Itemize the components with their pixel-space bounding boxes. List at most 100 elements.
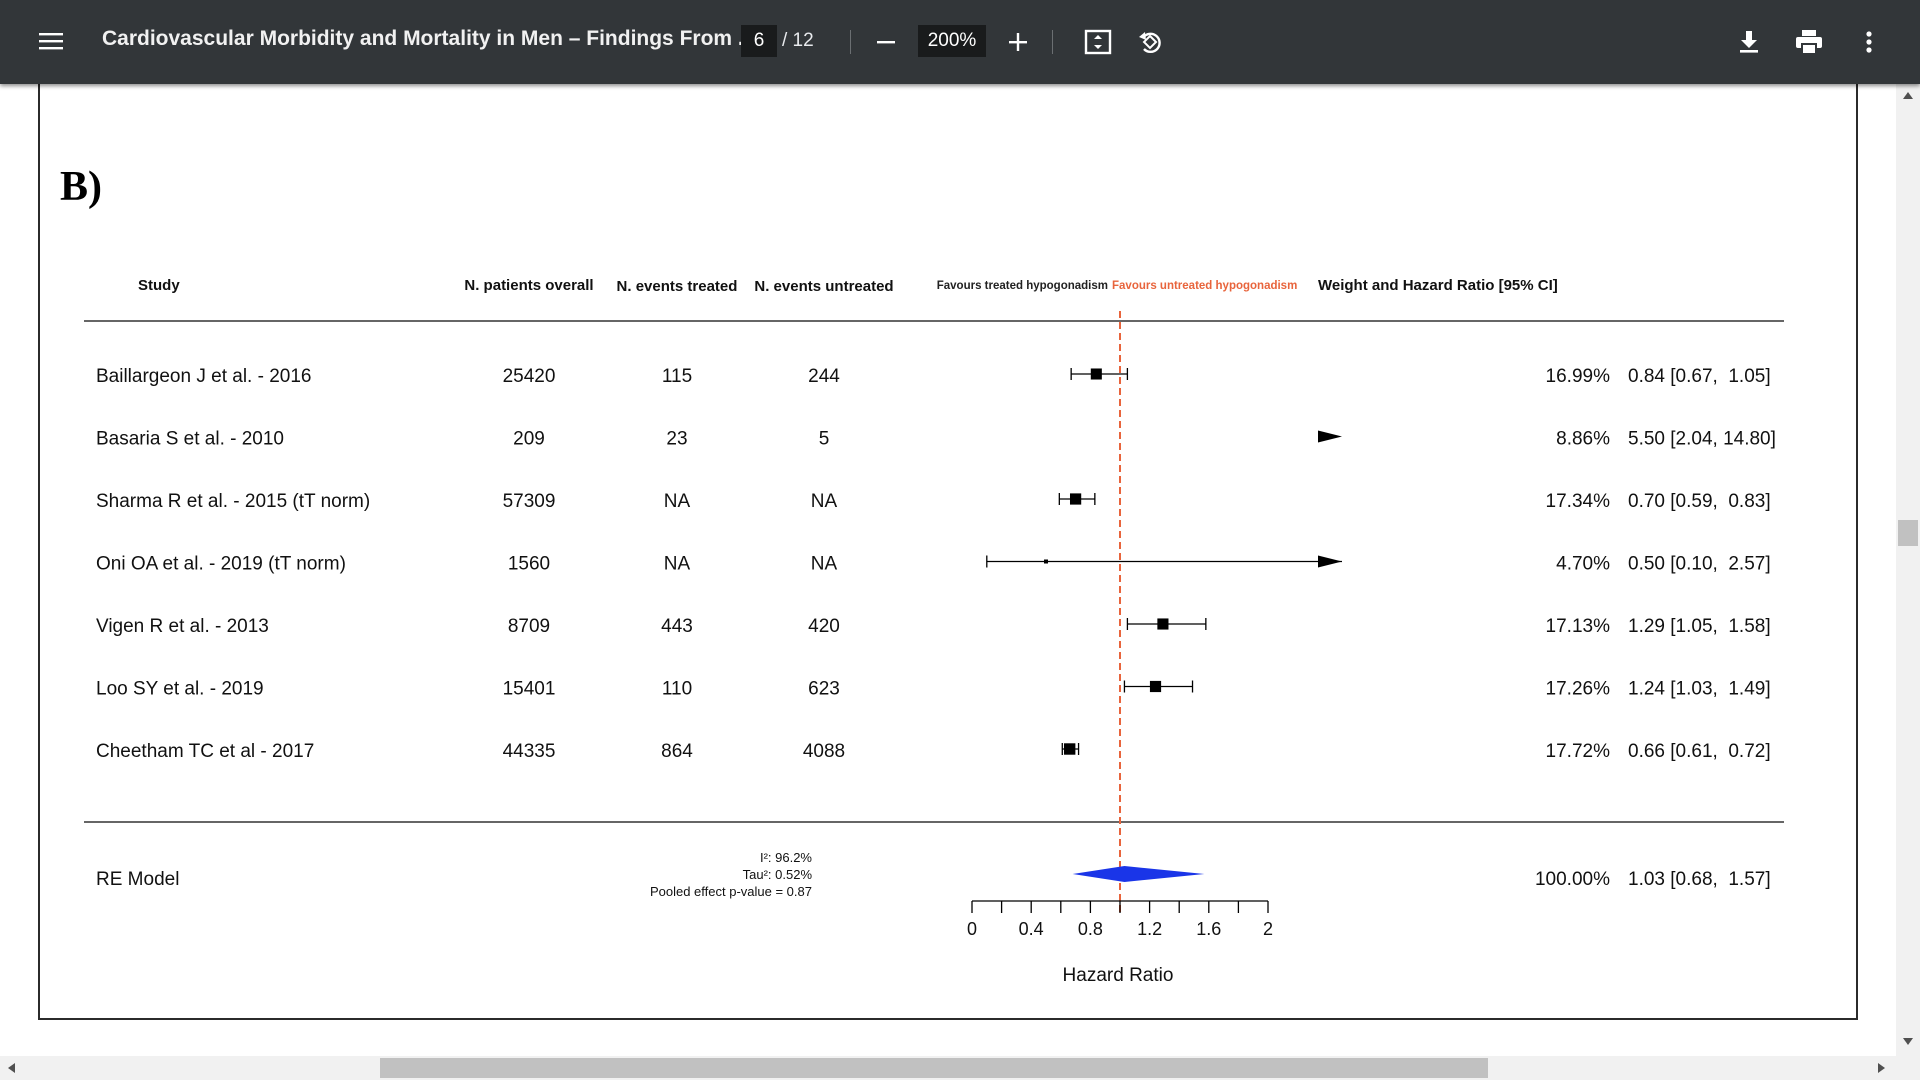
row-study: Cheetham TC et al - 2017: [96, 741, 314, 762]
print-button[interactable]: [1792, 26, 1826, 58]
row-weight: 16.99%: [1546, 366, 1611, 387]
row-study: Baillargeon J et al. - 2016: [96, 366, 311, 387]
horizontal-scroll-thumb[interactable]: [380, 1058, 1488, 1078]
x-tick-label: 0: [967, 919, 977, 939]
scroll-down-arrow[interactable]: [1903, 1038, 1913, 1045]
row-n-overall: 8709: [508, 616, 550, 637]
row-weight: 17.26%: [1546, 679, 1611, 700]
more-vert-icon: [1866, 31, 1872, 53]
rotate-icon: [1139, 32, 1161, 54]
row-hr-text: 5.50 [2.04, 14.80]: [1628, 429, 1776, 450]
row-study: Loo SY et al. - 2019: [96, 679, 264, 700]
x-axis-label: Hazard Ratio: [1063, 965, 1174, 986]
row-n-overall: 1560: [508, 554, 550, 575]
row-hr-text: 0.50 [0.10, 2.57]: [1628, 554, 1771, 575]
scroll-right-arrow[interactable]: [1878, 1063, 1885, 1073]
row-study: Vigen R et al. - 2013: [96, 616, 269, 637]
header-study: Study: [138, 277, 180, 294]
row-hr-text: 0.84 [0.67, 1.05]: [1628, 366, 1771, 387]
zoom-out-button[interactable]: [870, 26, 902, 58]
pdf-toolbar: Cardiovascular Morbidity and Mortality i…: [0, 0, 1920, 84]
row-n-treated: 110: [662, 679, 692, 700]
summary-i2: I²: 96.2%: [760, 850, 812, 865]
ci-truncated-arrow: [1318, 555, 1342, 568]
row-hr-text: 1.29 [1.05, 1.58]: [1628, 616, 1771, 637]
horizontal-scrollbar[interactable]: [0, 1056, 1920, 1080]
print-icon: [1796, 30, 1822, 55]
row-n-overall: 209: [513, 429, 545, 450]
page-total: / 12: [782, 30, 814, 51]
document-title: Cardiovascular Morbidity and Mortality i…: [102, 27, 756, 50]
hr-point-marker: [1149, 680, 1162, 693]
row-n-treated: 443: [661, 616, 693, 637]
rotate-button[interactable]: [1134, 26, 1166, 58]
row-n-untreated: 5: [819, 429, 830, 450]
row-n-treated: NA: [664, 554, 691, 575]
pooled-diamond: [1072, 866, 1205, 882]
zoom-in-button[interactable]: [1002, 26, 1034, 58]
x-tick-label: 0.8: [1078, 919, 1103, 939]
row-n-treated: 23: [666, 429, 687, 450]
summary-pvalue: Pooled effect p-value = 0.87: [650, 884, 812, 899]
fit-page-button[interactable]: [1082, 26, 1114, 58]
vertical-scrollbar[interactable]: [1896, 84, 1920, 1056]
summary-hr: 1.03 [0.68, 1.57]: [1628, 869, 1771, 890]
row-n-untreated: 4088: [803, 741, 845, 762]
panel-label: B): [60, 164, 102, 210]
row-n-overall: 57309: [503, 491, 556, 512]
row-n-treated: 864: [661, 741, 693, 762]
row-n-untreated: 420: [808, 616, 840, 637]
row-n-untreated: NA: [811, 554, 838, 575]
download-icon: [1740, 31, 1758, 53]
row-weight: 17.13%: [1546, 616, 1611, 637]
row-n-untreated: 244: [808, 366, 840, 387]
download-button[interactable]: [1733, 26, 1765, 58]
header-n-treated: N. events treated: [617, 278, 738, 295]
forest-plot-figure: B) Study N. patients overall N. events t…: [60, 164, 1784, 986]
row-n-overall: 25420: [503, 366, 556, 387]
x-tick-label: 1.6: [1196, 919, 1221, 939]
zoom-in-icon: [1009, 33, 1027, 51]
x-tick-label: 2: [1263, 919, 1273, 939]
pdf-page: B) Study N. patients overall N. events t…: [38, 84, 1858, 1020]
row-weight: 4.70%: [1556, 554, 1610, 575]
row-n-overall: 15401: [503, 679, 556, 700]
fit-page-icon: [1084, 29, 1112, 55]
row-n-overall: 44335: [503, 741, 556, 762]
row-weight: 17.72%: [1546, 741, 1611, 762]
scroll-up-arrow[interactable]: [1903, 92, 1913, 99]
hr-point-marker: [1090, 368, 1102, 380]
menu-icon: [39, 33, 63, 50]
row-hr-text: 0.66 [0.61, 0.72]: [1628, 741, 1771, 762]
row-n-untreated: NA: [811, 491, 838, 512]
hr-point-marker: [1157, 618, 1169, 630]
hr-point-marker: [1063, 743, 1076, 755]
menu-button[interactable]: [36, 26, 66, 56]
toolbar-separator: [1052, 30, 1053, 54]
header-favours-treated: Favours treated hypogonadism: [937, 280, 1108, 292]
row-study: Basaria S et al. - 2010: [96, 429, 284, 450]
summary-weight: 100.00%: [1535, 869, 1610, 890]
scroll-left-arrow[interactable]: [8, 1063, 15, 1073]
zoom-level-input[interactable]: 200%: [918, 25, 986, 57]
row-weight: 17.34%: [1546, 491, 1611, 512]
summary-label: RE Model: [96, 869, 179, 890]
page-number-input[interactable]: 6: [741, 25, 777, 57]
row-study: Sharma R et al. - 2015 (tT norm): [96, 491, 370, 512]
hr-point-marker: [1044, 559, 1048, 564]
summary-tau2: Tau²: 0.52%: [743, 867, 813, 882]
header-n-untreated: N. events untreated: [754, 278, 893, 295]
more-options-button[interactable]: [1853, 26, 1885, 58]
x-tick-label: 1.2: [1137, 919, 1162, 939]
hr-point-marker: [1069, 493, 1082, 505]
header-weight-hr: Weight and Hazard Ratio [95% CI]: [1318, 277, 1558, 294]
document-viewer[interactable]: B) Study N. patients overall N. events t…: [0, 84, 1896, 1056]
row-n-treated: 115: [662, 366, 692, 387]
study-rows: Baillargeon J et al. - 2016 25420 115 244 16…: [96, 366, 1776, 762]
toolbar-separator: [850, 30, 851, 54]
x-axis: 0 0.4 0.8 1.2 1.6 2: [967, 900, 1273, 939]
x-tick-label: 0.4: [1019, 919, 1044, 939]
vertical-scroll-thumb[interactable]: [1898, 520, 1918, 546]
header-favours-untreated: Favours untreated hypogonadism: [1112, 280, 1297, 292]
row-hr-text: 1.24 [1.03, 1.49]: [1628, 679, 1771, 700]
